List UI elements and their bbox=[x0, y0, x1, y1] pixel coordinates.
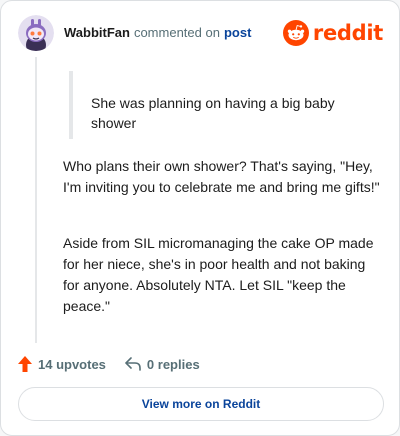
post-link[interactable]: post bbox=[224, 25, 251, 41]
comment-paragraph-1: Who plans their own shower? That's sayin… bbox=[63, 158, 380, 195]
upvote-count: 14 upvotes bbox=[38, 356, 106, 372]
snoo-avatar-icon bbox=[18, 15, 54, 51]
username-link[interactable]: WabbitFan bbox=[64, 25, 130, 41]
view-more-on-reddit-button[interactable]: View more on Reddit bbox=[18, 387, 384, 421]
reddit-comment-embed: WabbitFan commented on post reddit She w… bbox=[0, 0, 400, 436]
reddit-logo[interactable]: reddit bbox=[282, 20, 383, 46]
action-text: commented on bbox=[133, 25, 220, 40]
reddit-snoo-icon bbox=[282, 20, 309, 46]
reply-button[interactable]: 0 replies bbox=[124, 356, 200, 372]
quote-content: She was planning on having a big baby sh… bbox=[91, 95, 335, 131]
reddit-wordmark: reddit bbox=[312, 21, 383, 45]
upvote-button[interactable]: 14 upvotes bbox=[17, 355, 106, 373]
user-avatar[interactable] bbox=[18, 15, 54, 51]
upvote-arrow-icon bbox=[18, 356, 32, 372]
reply-arrow-icon bbox=[125, 357, 141, 371]
reply-count: 0 replies bbox=[146, 356, 200, 372]
comment-header: WabbitFan commented on post reddit bbox=[18, 13, 383, 53]
thread-line[interactable] bbox=[35, 57, 37, 343]
comment-paragraph-2: Aside from SIL micromanaging the cake OP… bbox=[63, 235, 374, 314]
quoted-text: She was planning on having a big baby sh… bbox=[69, 71, 369, 139]
comment-actions: 14 upvotes 0 replies bbox=[17, 353, 200, 375]
byline: WabbitFan commented on post bbox=[64, 25, 251, 41]
